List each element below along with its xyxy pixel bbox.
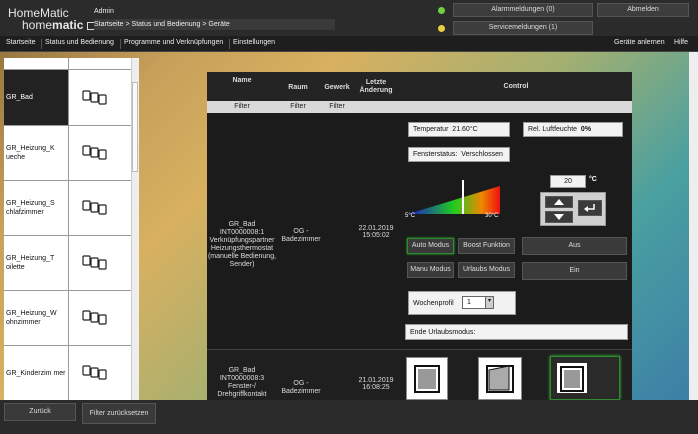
- list-item[interactable]: GR_Heizung_S chlafzimmer: [4, 181, 135, 236]
- setpoint-field[interactable]: 20: [550, 175, 586, 188]
- holiday-mode-button[interactable]: Urlaubs Modus: [458, 262, 515, 278]
- top-bar: [0, 0, 698, 36]
- list-item[interactable]: GR_Heizung_K ueche: [4, 126, 135, 181]
- menu-settings[interactable]: Einstellungen: [233, 39, 275, 46]
- back-button[interactable]: Zurück: [4, 403, 76, 421]
- on-button[interactable]: Ein: [522, 262, 627, 280]
- manual-mode-button[interactable]: Manu Modus: [407, 262, 454, 278]
- col-header-last-change[interactable]: Letzte Änderung: [355, 79, 397, 95]
- row2-time: 16:08:25: [362, 384, 390, 391]
- temperature-display: Temperatur 21.60°C: [408, 122, 510, 137]
- holiday-end-display: Ende Urlaubsmodus:: [405, 324, 628, 340]
- setpoint-up-button[interactable]: [545, 196, 573, 208]
- row1-time: 15:05:02: [362, 232, 390, 239]
- menu-separator: [229, 39, 230, 49]
- scale-min-label: 5°C: [405, 213, 416, 219]
- user-name: Admin: [94, 8, 114, 15]
- filter-name-button[interactable]: Filter: [207, 103, 277, 110]
- setpoint-unit: °C: [589, 176, 597, 183]
- list-item[interactable]: GR_Kinderzim mer: [4, 346, 135, 400]
- list-item[interactable]: GR_Heizung_T oilette: [4, 236, 135, 291]
- service-messages-button[interactable]: Servicemeldungen (1): [453, 21, 593, 35]
- row2-room: OG - Badezimmer: [281, 380, 321, 395]
- device-group-icon: [68, 126, 125, 180]
- menu-separator: [41, 39, 42, 49]
- filter-room-button[interactable]: Filter: [281, 103, 315, 110]
- humidity-display: Rel. Luftfeuchte 0%: [523, 122, 623, 137]
- page-scrollbar[interactable]: [689, 52, 698, 400]
- enter-icon: [584, 204, 595, 212]
- off-button[interactable]: Aus: [522, 237, 627, 255]
- alarm-messages-button[interactable]: Alarmmeldungen (0): [453, 3, 593, 17]
- col-header-room[interactable]: Raum: [281, 84, 315, 92]
- window-open-icon: [557, 363, 587, 393]
- window-closed-button[interactable]: [406, 357, 448, 400]
- list-item: [4, 58, 135, 70]
- arrow-down-icon: [554, 214, 564, 220]
- row1-name: GR_Bad INT0000008:1 Verknüpfungspartner …: [207, 221, 277, 268]
- menu-programs[interactable]: Programme und Verknüpfungen: [124, 39, 223, 46]
- alarm-led-icon: [438, 7, 445, 14]
- device-group-icon: [68, 346, 125, 400]
- chevron-down-icon: ▾: [485, 297, 493, 308]
- menu-teach-devices[interactable]: Geräte anlernen: [614, 39, 665, 46]
- scale-max-label: 30°C: [485, 213, 499, 219]
- boost-button[interactable]: Boost Funktion: [458, 238, 515, 254]
- menu-separator: [120, 39, 121, 49]
- week-profile-select[interactable]: 1 ▾: [462, 296, 494, 309]
- list-scrollbar-thumb[interactable]: [132, 82, 138, 172]
- breadcrumb: Startseite > Status und Bedienung > Gerä…: [94, 19, 335, 30]
- row2-name: GR_Bad INT0000008:3 Fenster-/ Drehgriffk…: [217, 367, 267, 398]
- menu-help[interactable]: Hilfe: [674, 39, 688, 46]
- device-group-icon: [68, 70, 125, 125]
- reset-filter-button[interactable]: Filter zurücksetzen: [82, 403, 156, 424]
- col-header-trade[interactable]: Gewerk: [320, 84, 354, 92]
- arrow-up-icon: [554, 199, 564, 205]
- menu-status[interactable]: Status und Bedienung: [45, 39, 114, 46]
- device-group-icon: [68, 236, 125, 290]
- filter-trade-button[interactable]: Filter: [320, 103, 354, 110]
- col-header-control: Control: [503, 83, 529, 90]
- setpoint-down-button[interactable]: [545, 211, 573, 223]
- row1-room: OG - Badezimmer: [281, 228, 321, 243]
- window-closed-icon: [414, 365, 440, 393]
- device-group-icon: [68, 181, 125, 235]
- service-led-icon: [438, 25, 445, 32]
- window-status-display: Fensterstatus: Verschlossen: [408, 147, 510, 162]
- setpoint-apply-button[interactable]: [578, 200, 602, 216]
- auto-mode-button[interactable]: Auto Modus: [407, 238, 454, 254]
- window-open-button[interactable]: [550, 356, 620, 400]
- logout-button[interactable]: Abmelden: [597, 3, 689, 17]
- group-list: GR_Bad GR_Heizung_K ueche GR_Heizung_S c…: [4, 58, 139, 400]
- menu-home[interactable]: Startseite: [6, 39, 36, 46]
- window-tilted-icon: [486, 365, 514, 393]
- list-item[interactable]: GR_Heizung_W ohnzimmer: [4, 291, 135, 346]
- window-tilted-button[interactable]: [478, 357, 522, 400]
- col-header-name[interactable]: Name: [207, 77, 277, 85]
- list-item[interactable]: GR_Bad: [4, 70, 135, 126]
- logo-text-2: homematic: [22, 18, 95, 32]
- device-group-icon: [68, 291, 125, 345]
